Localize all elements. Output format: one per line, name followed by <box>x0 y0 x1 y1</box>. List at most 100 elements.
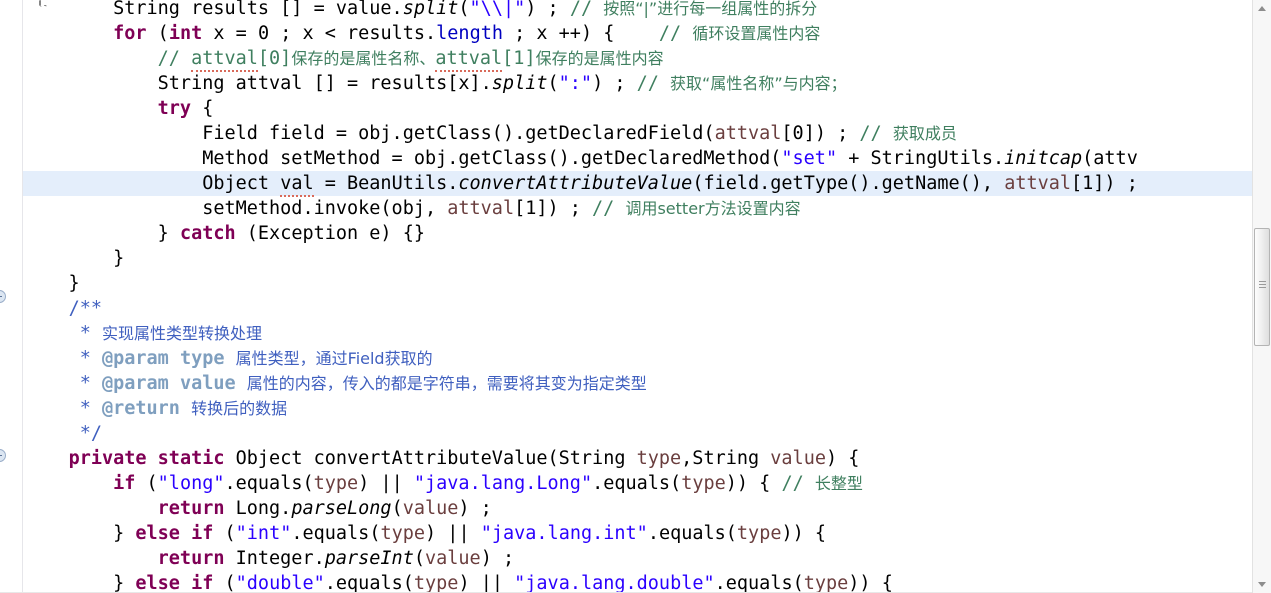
code-token: private <box>68 448 147 469</box>
code-token: if <box>191 573 214 593</box>
code-token: convertAttributeValue <box>458 173 693 194</box>
code-line[interactable]: // attval[0]保存的是属性名称、attval[1]保存的是属性内容 <box>0 46 1253 72</box>
code-line[interactable]: * @return 转换后的数据 <box>0 396 1253 421</box>
code-token: type <box>313 473 359 494</box>
code-token: Field field = obj. <box>24 123 403 144</box>
code-text-area[interactable]: String results [] = value.split("\\|") ;… <box>0 0 1253 593</box>
code-token: 按照“|”进行每一组属性的拆分 <box>603 0 818 18</box>
fold-marker-method[interactable] <box>0 449 6 462</box>
code-token: ":" <box>558 73 593 94</box>
code-token: type <box>736 523 782 544</box>
code-line[interactable]: * @param type 属性类型，通过Field获取的 <box>0 346 1253 371</box>
scroll-down-arrow-icon[interactable] <box>1253 576 1271 593</box>
code-token: value <box>770 448 826 469</box>
code-token: 长整型 <box>814 474 863 493</box>
code-token: ( <box>213 523 236 544</box>
code-line[interactable]: if ("long".equals(type) || "java.lang.Lo… <box>0 471 1253 496</box>
scrollbar-grip-icon <box>1259 281 1266 290</box>
code-line[interactable]: } <box>0 271 1253 296</box>
code-token: type <box>803 573 849 593</box>
code-line[interactable]: } else if ("int".equals(type) || "java.l… <box>0 521 1253 546</box>
code-editor-window[interactable]: String results [] = value.split("\\|") ;… <box>0 0 1271 593</box>
code-token: // <box>859 123 893 144</box>
code-token: attval <box>1004 173 1072 194</box>
code-token: type <box>636 448 682 469</box>
code-token: "java.lang.int" <box>480 523 648 544</box>
code-token: ; x ++) { <box>502 23 659 44</box>
code-token: parseLong <box>291 498 392 519</box>
scroll-up-arrow-icon[interactable] <box>1253 0 1271 17</box>
folding-gutter[interactable] <box>0 0 23 593</box>
code-token: 保存的是属性名称、 <box>291 49 436 68</box>
code-token: )) { <box>848 573 893 593</box>
code-token: ) ; <box>480 548 515 569</box>
code-token: type <box>179 348 225 369</box>
code-line[interactable]: try { <box>0 96 1253 121</box>
code-token: "java.lang.Long" <box>413 473 593 494</box>
code-token: 属性的内容，传入的都是字符串，需要将其变为指定类型 <box>246 374 647 393</box>
code-line[interactable]: /** <box>0 296 1253 321</box>
code-token: } <box>24 573 136 593</box>
code-line[interactable]: Object val = BeanUtils.convertAttributeV… <box>0 171 1253 197</box>
code-token: ( <box>547 73 559 94</box>
code-token: int <box>168 23 203 44</box>
code-line[interactable]: * 实现属性类型转换处理 <box>0 321 1253 346</box>
code-line[interactable]: */ <box>0 421 1253 446</box>
code-token: getClass(). <box>402 123 526 144</box>
code-token: { <box>191 98 214 119</box>
code-line[interactable]: Field field = obj.getClass().getDeclared… <box>0 121 1253 146</box>
code-token: Method setMethod = obj.getClass().getDec… <box>24 148 782 169</box>
code-token: ( <box>391 498 403 519</box>
code-token: 调用setter方法设置内容 <box>625 199 801 218</box>
code-token: "long" <box>157 473 225 494</box>
code-line[interactable]: private static Object convertAttributeVa… <box>0 446 1253 471</box>
code-token: 转换后的数据 <box>191 399 288 418</box>
code-token: attval <box>191 48 258 72</box>
code-line[interactable]: } <box>0 246 1253 271</box>
code-token: // <box>658 23 693 44</box>
fold-marker-javadoc[interactable] <box>0 290 6 303</box>
code-token: split <box>491 73 548 94</box>
code-token: [1]) ; <box>514 198 593 219</box>
code-line[interactable]: String attval [] = results[x].split(":")… <box>0 71 1253 96</box>
code-token: else <box>135 523 180 544</box>
scrollbar-thumb[interactable] <box>1254 228 1270 346</box>
code-line[interactable]: return Long.parseLong(value) ; <box>0 496 1253 521</box>
code-token: static <box>157 448 225 469</box>
code-token: value <box>179 373 236 394</box>
code-token: .equals( <box>647 523 737 544</box>
code-line[interactable]: } else if ("double".equals(type) || "jav… <box>0 571 1253 593</box>
code-line[interactable]: for (int x = 0 ; x < results.length ; x … <box>0 21 1253 46</box>
code-token: * <box>68 323 102 344</box>
code-token: val <box>280 173 314 197</box>
code-line[interactable]: * @param value 属性的内容，传入的都是字符串，需要将其变为指定类型 <box>0 371 1253 396</box>
code-line[interactable]: setMethod.invoke(obj, attval[1]) ; // 调用… <box>0 196 1253 221</box>
code-line[interactable]: Method setMethod = obj.getClass().getDec… <box>0 146 1253 171</box>
code-token: (Exception e) {} <box>235 223 425 244</box>
code-line[interactable]: return Integer.parseInt(value) ; <box>0 546 1253 571</box>
code-token: split <box>402 0 459 19</box>
code-token: Long. <box>224 498 292 519</box>
code-token: "java.lang.double" <box>514 573 715 593</box>
vertical-scrollbar[interactable] <box>1252 0 1271 593</box>
code-token: .equals( <box>291 523 381 544</box>
code-token: @param <box>101 373 169 394</box>
code-token: "double" <box>235 573 325 593</box>
code-token: Object <box>24 173 281 194</box>
code-token: 实现属性类型转换处理 <box>101 324 262 343</box>
code-line[interactable]: } catch (Exception e) {} <box>0 221 1253 246</box>
code-token: // <box>781 473 815 494</box>
code-token: * <box>68 398 102 419</box>
code-token: (field.getType().getName(), <box>692 173 1005 194</box>
code-line[interactable]: String results [] = value.split("\\|") ;… <box>0 0 1253 21</box>
